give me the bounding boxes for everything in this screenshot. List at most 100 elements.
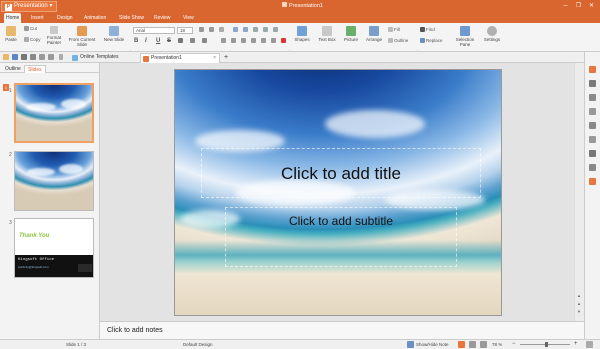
close-tab-icon[interactable]: × bbox=[213, 54, 216, 63]
outline-button[interactable]: Outline bbox=[388, 38, 408, 44]
print-icon[interactable] bbox=[21, 54, 27, 60]
fill-button[interactable]: Fill bbox=[388, 27, 400, 33]
new-slide-button[interactable]: New Slide bbox=[101, 26, 127, 42]
app-logo-icon: P bbox=[5, 4, 12, 11]
cut-button[interactable]: Cut bbox=[24, 26, 37, 32]
arrange-button[interactable]: Arrange bbox=[362, 26, 386, 42]
bold-button[interactable]: B bbox=[134, 38, 138, 45]
zoom-in-button[interactable]: + bbox=[574, 340, 578, 349]
pane-tabs: Outline Slides bbox=[0, 63, 99, 73]
tab-home[interactable]: Home bbox=[4, 13, 22, 23]
text-box-button[interactable]: Text Box bbox=[315, 26, 339, 42]
next-slide-icon[interactable]: ▼ bbox=[577, 309, 581, 314]
zoom-slider-handle[interactable] bbox=[545, 342, 548, 347]
settings-button[interactable]: Settings bbox=[480, 26, 504, 42]
format-painter-button[interactable]: Format Painter bbox=[44, 26, 64, 45]
subscript-button[interactable] bbox=[202, 38, 208, 44]
print-preview-icon[interactable] bbox=[30, 54, 36, 60]
selection-pane-button[interactable]: Selection Pane bbox=[452, 26, 478, 47]
app-menu-button[interactable]: P Presentation ▾ bbox=[1, 1, 57, 12]
redo-icon[interactable] bbox=[48, 54, 54, 60]
align-right-button[interactable] bbox=[241, 38, 247, 44]
underline-button[interactable]: U bbox=[156, 38, 160, 45]
customize-icon[interactable] bbox=[59, 54, 63, 60]
open-icon[interactable] bbox=[3, 54, 9, 60]
bullets-button[interactable] bbox=[233, 27, 239, 33]
backup-icon[interactable] bbox=[589, 150, 596, 157]
font-size-select[interactable]: 18 bbox=[177, 27, 193, 34]
title-placeholder[interactable]: Click to add title bbox=[201, 148, 481, 198]
align-center-button[interactable] bbox=[231, 38, 237, 44]
text-effects-button[interactable] bbox=[178, 38, 184, 44]
shapes-label: Shapes bbox=[294, 37, 310, 42]
copy-button[interactable]: Copy bbox=[24, 37, 41, 43]
show-hide-note-button[interactable]: Show/Hide Note bbox=[416, 340, 449, 349]
prev-slide-icon[interactable]: ▲ bbox=[577, 301, 581, 306]
help-icon[interactable] bbox=[589, 178, 596, 185]
fit-to-window-icon[interactable] bbox=[586, 341, 593, 348]
font-name-select[interactable]: Arial bbox=[133, 27, 175, 34]
vertical-scrollbar[interactable]: ▲ ▲ ▼ bbox=[574, 63, 584, 321]
text-direction-button[interactable] bbox=[271, 38, 277, 44]
shapes-pane-icon[interactable] bbox=[589, 164, 596, 171]
justify-button[interactable] bbox=[251, 38, 257, 44]
save-icon[interactable] bbox=[12, 54, 18, 60]
decrease-indent-button[interactable] bbox=[253, 27, 259, 33]
tab-insert[interactable]: Insert bbox=[29, 13, 46, 23]
tab-animation[interactable]: Animation bbox=[82, 13, 108, 23]
shapes-button[interactable]: Shapes bbox=[291, 26, 313, 42]
shrink-font-button[interactable] bbox=[209, 27, 215, 33]
restore-button[interactable]: ❐ bbox=[574, 2, 583, 10]
document-tab[interactable]: Presentation1 × bbox=[140, 53, 220, 63]
design-icon[interactable] bbox=[589, 94, 596, 101]
subtitle-placeholder[interactable]: Click to add subtitle bbox=[225, 207, 457, 267]
numbering-button[interactable] bbox=[243, 27, 249, 33]
animation-icon[interactable] bbox=[589, 108, 596, 115]
replace-button[interactable]: Replace bbox=[420, 38, 443, 44]
tab-view[interactable]: View bbox=[181, 13, 196, 23]
paste-button[interactable]: Paste bbox=[2, 26, 20, 42]
slide-thumbnail-3[interactable]: Thank You Kingsoft Office publicity@king… bbox=[14, 218, 94, 278]
find-button[interactable]: Find bbox=[420, 27, 435, 33]
italic-button[interactable]: I bbox=[145, 38, 147, 45]
slide-sorter-icon[interactable] bbox=[469, 341, 476, 348]
tab-review[interactable]: Review bbox=[152, 13, 172, 23]
tab-outline[interactable]: Outline bbox=[2, 65, 24, 73]
picture-button[interactable]: Picture bbox=[341, 26, 361, 42]
zoom-out-button[interactable]: − bbox=[512, 340, 516, 349]
scroll-up-icon[interactable]: ▲ bbox=[577, 293, 581, 298]
select-icon[interactable] bbox=[589, 136, 596, 143]
slideshow-view-icon[interactable] bbox=[480, 341, 487, 348]
slide-thumbnail-1[interactable] bbox=[14, 83, 94, 143]
properties-icon[interactable] bbox=[589, 66, 596, 73]
slide-canvas[interactable]: Click to add title Click to add subtitle bbox=[174, 69, 502, 316]
close-window-button[interactable]: ✕ bbox=[587, 2, 596, 10]
tab-slides[interactable]: Slides bbox=[24, 65, 46, 73]
align-left-button[interactable] bbox=[221, 38, 227, 44]
layout-icon[interactable] bbox=[589, 80, 596, 87]
design-name: Default Design bbox=[183, 342, 213, 347]
slide-thumbnail-2[interactable] bbox=[14, 151, 94, 211]
undo-icon[interactable] bbox=[39, 54, 45, 60]
tab-slide-show[interactable]: Slide Show bbox=[117, 13, 146, 23]
notes-pane[interactable]: Click to add notes bbox=[100, 321, 584, 339]
from-current-slide-label: From Current Slide bbox=[68, 37, 96, 47]
minimize-button[interactable]: – bbox=[561, 2, 570, 10]
superscript-button[interactable] bbox=[190, 38, 196, 44]
font-color-button[interactable] bbox=[281, 38, 287, 44]
find-label: Find bbox=[426, 27, 435, 32]
normal-view-icon[interactable] bbox=[458, 341, 465, 348]
new-tab-button[interactable]: + bbox=[222, 53, 232, 63]
task-pane-bar bbox=[584, 52, 600, 339]
distribute-button[interactable] bbox=[261, 38, 267, 44]
transition-icon[interactable] bbox=[589, 122, 596, 129]
increase-indent-button[interactable] bbox=[263, 27, 269, 33]
grow-font-button[interactable] bbox=[199, 27, 205, 33]
tab-design[interactable]: Design bbox=[55, 13, 75, 23]
online-templates-tab[interactable]: Online Templates bbox=[70, 53, 136, 63]
title-bar: P Presentation ▾ Presentation1 – ❐ ✕ bbox=[0, 0, 600, 13]
line-spacing-button[interactable] bbox=[273, 27, 279, 33]
strikethrough-button[interactable]: S bbox=[167, 38, 171, 45]
clear-format-button[interactable] bbox=[219, 27, 225, 33]
from-current-slide-button[interactable]: From Current Slide bbox=[66, 26, 98, 47]
